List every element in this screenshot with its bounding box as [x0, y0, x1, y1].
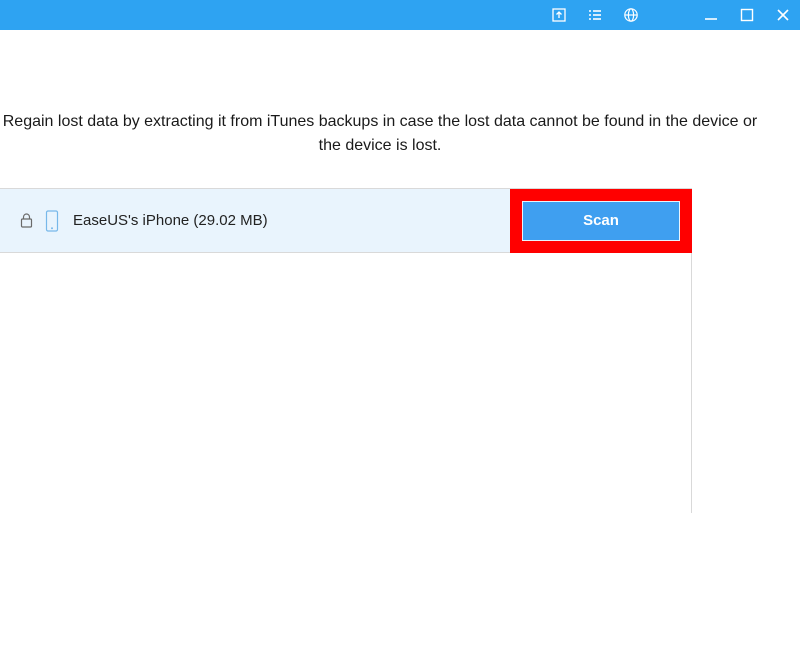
phone-icon	[45, 210, 59, 232]
lock-icon	[20, 213, 33, 228]
page-description: Regain lost data by extracting it from i…	[0, 110, 800, 158]
update-icon[interactable]	[550, 6, 568, 24]
titlebar-tools	[550, 6, 640, 24]
backup-list: EaseUS's iPhone (29.02 MB) Scan	[0, 188, 692, 253]
backup-list-empty-area	[0, 253, 692, 513]
window-controls	[702, 6, 792, 24]
scan-button-highlight: Scan	[523, 202, 679, 240]
backup-row[interactable]: EaseUS's iPhone (29.02 MB) Scan	[0, 189, 691, 253]
close-icon[interactable]	[774, 6, 792, 24]
globe-icon[interactable]	[622, 6, 640, 24]
maximize-icon[interactable]	[738, 6, 756, 24]
minimize-icon[interactable]	[702, 6, 720, 24]
backup-device-label: EaseUS's iPhone (29.02 MB)	[73, 212, 268, 229]
list-icon[interactable]	[586, 6, 604, 24]
scan-button[interactable]: Scan	[523, 202, 679, 240]
titlebar	[0, 0, 800, 30]
